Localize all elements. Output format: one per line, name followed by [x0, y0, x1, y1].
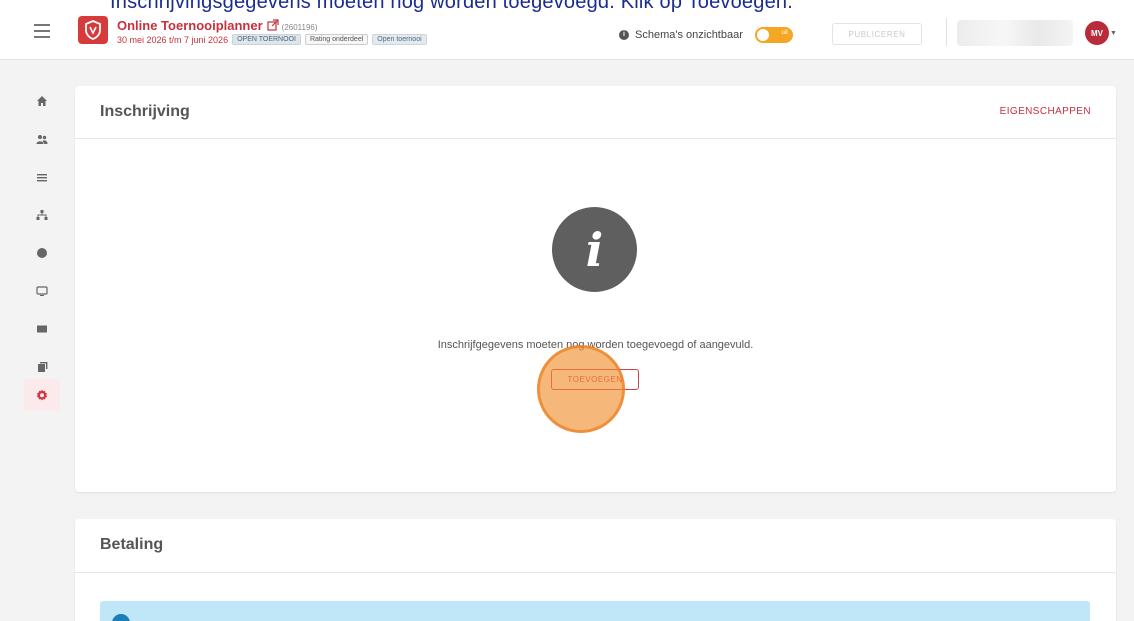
inschrijving-title: Inschrijving: [100, 103, 190, 120]
external-link-icon[interactable]: [267, 19, 279, 31]
chip-open-toernooi-type: Open toernooi: [372, 34, 427, 45]
header-divider: [946, 18, 947, 46]
sidebar-item-mail[interactable]: [24, 313, 60, 345]
chip-rating-onderdeel: Rating onderdeel: [304, 34, 369, 45]
list-icon: [37, 174, 47, 182]
tournament-title-line: Online Toernooiplanner (2601196): [117, 17, 318, 35]
betaling-card-header: Betaling: [75, 519, 1116, 573]
info-icon: i: [619, 30, 629, 40]
publish-button[interactable]: PUBLICEREN: [832, 23, 922, 45]
date-range: 30 mei 2026 t/m 7 juni 2026: [117, 34, 229, 45]
tournament-meta: 30 mei 2026 t/m 7 juni 2026 OPEN TOERNOO…: [117, 34, 427, 45]
sidebar-item-web[interactable]: [24, 237, 60, 269]
users-icon: [36, 135, 48, 144]
user-name-redacted[interactable]: [957, 20, 1073, 46]
avatar[interactable]: MV: [1085, 21, 1109, 45]
sidebar-item-home[interactable]: [24, 85, 60, 117]
notice-info-icon: [112, 614, 130, 621]
sidebar-item-users[interactable]: [24, 123, 60, 155]
documents-icon: [38, 362, 48, 372]
tournament-logo-icon: [78, 16, 108, 44]
caption-text: Inschrijvingsgegevens moeten nog worden …: [110, 0, 793, 13]
caption-strip: Inschrijvingsgegevens moeten nog worden …: [0, 0, 1134, 14]
chevron-down-icon[interactable]: ▼: [1110, 30, 1117, 37]
eigenschappen-button[interactable]: EIGENSCHAPPEN: [1000, 106, 1091, 117]
sidebar-item-list[interactable]: [24, 161, 60, 193]
info-icon: i: [552, 207, 637, 292]
sidebar-item-settings[interactable]: [24, 379, 60, 411]
toggle-text: uit: [781, 30, 788, 36]
info-notice: [100, 601, 1090, 621]
mail-icon: [37, 325, 47, 333]
gear-icon: [36, 389, 48, 401]
schedule-visibility: i Schema's onzichtbaar uit: [619, 27, 793, 43]
home-icon: [37, 96, 47, 106]
tree-icon: [36, 210, 48, 220]
chip-open-toernooi: OPEN TOERNOOI: [232, 34, 301, 45]
betaling-title: Betaling: [100, 536, 164, 553]
toggle-knob: [756, 29, 769, 41]
tournament-id: (2601196): [281, 23, 318, 32]
inschrijving-card: Inschrijving EIGENSCHAPPEN i Inschrijfge…: [75, 86, 1116, 492]
visibility-toggle[interactable]: uit: [754, 27, 793, 43]
visibility-label: Schema's onzichtbaar: [635, 29, 743, 41]
tournament-title[interactable]: Online Toernooiplanner: [117, 18, 263, 33]
monitor-icon: [36, 286, 48, 296]
globe-icon: [37, 248, 47, 258]
empty-state-message: Inschrijfgegevens moeten nog worden toeg…: [437, 339, 754, 351]
sidebar-item-schema[interactable]: [24, 199, 60, 231]
toevoegen-button[interactable]: TOEVOEGEN: [551, 369, 639, 390]
betaling-card: Betaling: [75, 519, 1116, 621]
menu-icon[interactable]: [34, 24, 50, 38]
inschrijving-card-header: Inschrijving EIGENSCHAPPEN: [75, 86, 1116, 139]
sidebar: [0, 61, 75, 621]
sidebar-item-display[interactable]: [24, 275, 60, 307]
